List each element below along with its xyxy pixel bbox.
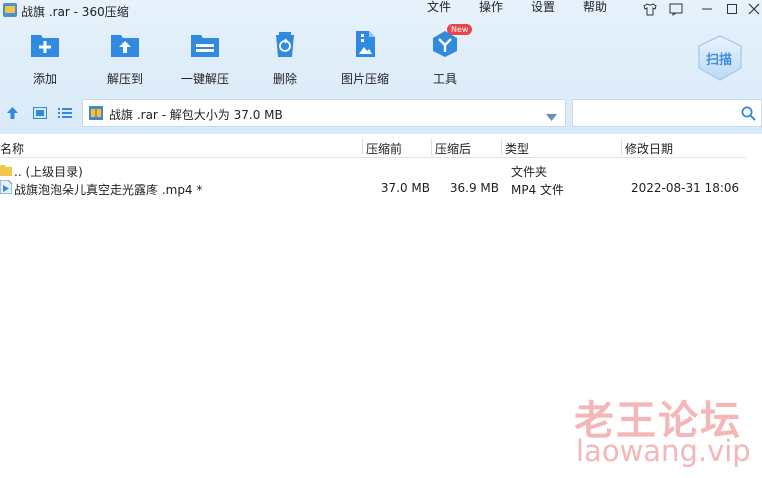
list-view-icon[interactable] bbox=[58, 107, 72, 122]
col-separator[interactable] bbox=[501, 139, 502, 155]
col-separator[interactable] bbox=[362, 139, 363, 155]
col-separator[interactable] bbox=[621, 139, 622, 155]
row-name: .. (上级目录) bbox=[14, 165, 83, 179]
window-title: 战旗 .rar - 360压缩 bbox=[21, 5, 129, 19]
archive-icon bbox=[89, 106, 103, 123]
path-field[interactable]: 战旗 .rar - 解包大小为 37.0 MB bbox=[82, 99, 566, 127]
col-type[interactable]: 类型 bbox=[505, 140, 529, 157]
path-text: 战旗 .rar - 解包大小为 37.0 MB bbox=[109, 108, 283, 122]
minimize-icon[interactable] bbox=[696, 0, 718, 18]
table-row[interactable]: 战旗泡泡朵儿真空走光露庝 .mp4 * 37.0 MB 36.9 MB MP4 … bbox=[0, 179, 746, 197]
app-icon bbox=[3, 3, 17, 17]
tools-button[interactable]: 工具 bbox=[410, 30, 480, 88]
add-button[interactable]: 添加 bbox=[10, 30, 80, 88]
scan-label: 扫描 bbox=[706, 53, 733, 68]
row-name: 战旗泡泡朵儿真空走光露庝 .mp4 * bbox=[14, 183, 203, 197]
one-click-extract-label: 一键解压 bbox=[180, 72, 229, 86]
search-input[interactable] bbox=[572, 99, 762, 127]
extract-to-label: 解压到 bbox=[106, 72, 143, 86]
row-date: 2022-08-31 18:06 bbox=[631, 181, 740, 195]
scan-button[interactable]: 扫描 bbox=[695, 34, 745, 82]
col-separator[interactable] bbox=[431, 139, 432, 155]
folder-icon bbox=[0, 163, 12, 179]
feedback-icon[interactable] bbox=[665, 0, 687, 18]
menu-operate[interactable]: 操作 bbox=[479, 0, 503, 22]
image-compress-button[interactable]: 图片压缩 bbox=[330, 30, 400, 88]
image-compress-label: 图片压缩 bbox=[340, 72, 389, 86]
file-list-header: 名称 压缩前 压缩后 类型 修改日期 bbox=[0, 137, 746, 158]
table-row[interactable]: .. (上级目录) 文件夹 bbox=[0, 161, 746, 179]
skin-icon[interactable] bbox=[639, 0, 661, 18]
tools-label: 工具 bbox=[432, 72, 457, 86]
menu-file[interactable]: 文件 bbox=[427, 0, 451, 22]
recycle-bin-icon bbox=[270, 30, 300, 58]
nav-bar: 战旗 .rar - 解包大小为 37.0 MB bbox=[0, 99, 762, 129]
vertical-scrollbar[interactable] bbox=[746, 137, 762, 478]
col-date[interactable]: 修改日期 bbox=[625, 140, 673, 157]
menu-help[interactable]: 帮助 bbox=[583, 0, 607, 22]
col-after[interactable]: 压缩后 bbox=[435, 140, 471, 157]
delete-label: 删除 bbox=[272, 72, 297, 86]
row-before: 37.0 MB bbox=[380, 181, 430, 195]
row-type: MP4 文件 bbox=[511, 183, 565, 197]
search-icon[interactable] bbox=[741, 106, 756, 124]
up-arrow-icon[interactable] bbox=[6, 106, 19, 123]
new-badge: New bbox=[447, 24, 473, 35]
maximize-icon[interactable] bbox=[721, 0, 743, 18]
video-file-icon bbox=[0, 179, 13, 197]
thumbnail-view-icon[interactable] bbox=[33, 107, 47, 122]
one-click-extract-icon bbox=[190, 30, 220, 58]
menu-settings[interactable]: 设置 bbox=[531, 0, 555, 22]
row-type: 文件夹 bbox=[511, 165, 548, 179]
watermark-en: laowang.vip bbox=[576, 434, 751, 468]
top-ribbon: 战旗 .rar - 360压缩 文件 操作 设置 帮助 添加 解压到 一键解压 … bbox=[0, 0, 762, 134]
extract-to-button[interactable]: 解压到 bbox=[90, 30, 160, 88]
path-dropdown-icon[interactable] bbox=[546, 110, 557, 124]
col-before[interactable]: 压缩前 bbox=[366, 140, 402, 157]
add-label: 添加 bbox=[32, 72, 57, 86]
row-after: 36.9 MB bbox=[449, 181, 499, 195]
col-name[interactable]: 名称 bbox=[0, 140, 24, 157]
title-bar: 战旗 .rar - 360压缩 文件 操作 设置 帮助 bbox=[0, 0, 762, 22]
delete-button[interactable]: 删除 bbox=[250, 30, 320, 88]
extract-to-icon bbox=[110, 30, 140, 58]
image-compress-icon bbox=[350, 30, 380, 58]
one-click-extract-button[interactable]: 一键解压 bbox=[170, 30, 240, 88]
close-icon[interactable] bbox=[743, 0, 762, 18]
add-folder-icon bbox=[30, 30, 60, 58]
